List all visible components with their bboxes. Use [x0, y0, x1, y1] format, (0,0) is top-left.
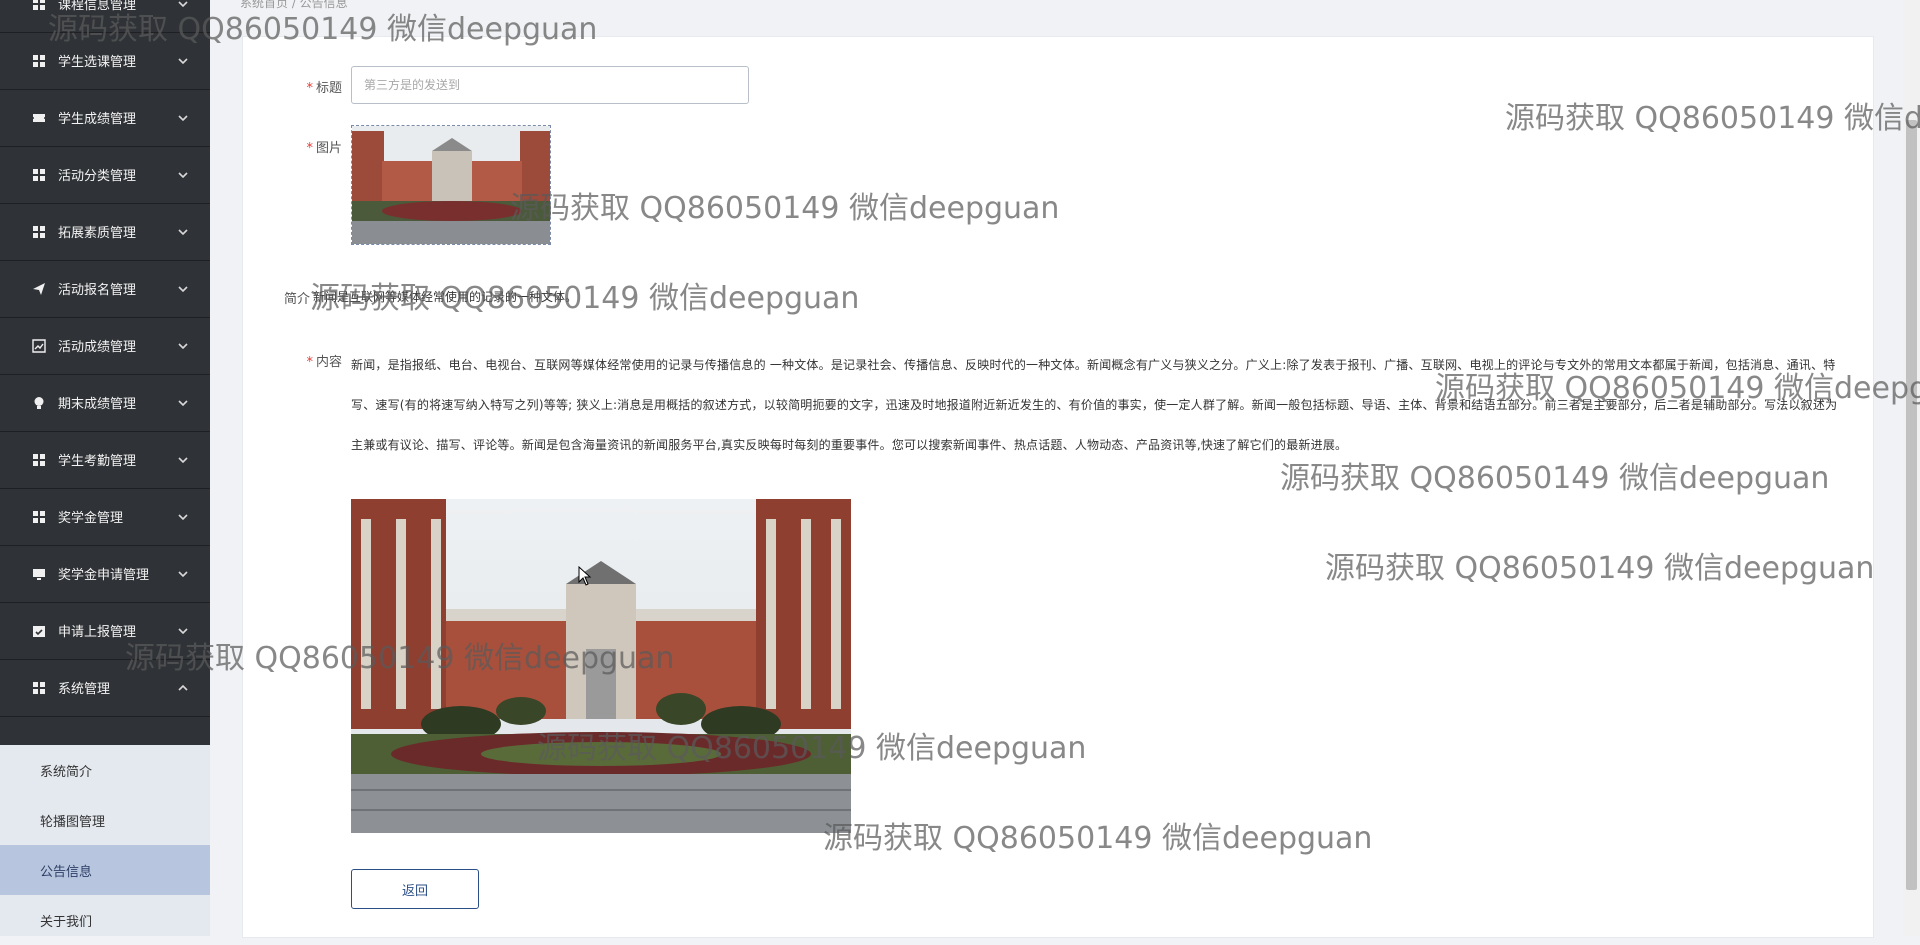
content-text: 新闻，是指报纸、电台、电视台、互联网等媒体经常使用的记录与传播信息的 一种文体。… [351, 358, 1838, 452]
title-label: * 标题 [306, 81, 342, 96]
sidebar-item[interactable]: 活动分类管理 [0, 146, 210, 204]
sidebar-item-label: 活动分类管理 [58, 169, 137, 184]
sidebar-item[interactable]: 学生考勤管理 [0, 431, 210, 489]
submenu-item-system-intro[interactable]: 系统简介 [0, 745, 210, 795]
image-label: * 图片 [306, 141, 342, 156]
sidebar: 课程信息管理 学生选课管理 学生成绩管理 活动分类管理 拓展素质管理 活动报名管理 活动成绩… [0, 0, 210, 936]
sidebar-item-label: 活动报名管理 [58, 283, 137, 298]
title-input[interactable] [351, 66, 749, 104]
sidebar-item-label: 奖学金申请管理 [58, 568, 150, 583]
intro-label: 简介 [283, 292, 310, 307]
ticket-icon [32, 111, 46, 125]
breadcrumb: 系统首页 / 公告信息 [240, 0, 348, 10]
intro-text: 新闻是互联网等媒体经常使用的记录的一种文体。 [313, 290, 578, 304]
back-button[interactable]: 返回 [351, 869, 479, 909]
scrollbar-thumb[interactable] [1906, 120, 1917, 890]
monitor-icon [32, 567, 46, 581]
system-submenu: 系统简介 轮播图管理 公告信息 关于我们 [0, 745, 210, 936]
sidebar-item-label: 学生选课管理 [58, 55, 137, 70]
campus-photo-thumb [352, 126, 550, 244]
grid-icon [32, 681, 46, 695]
image-thumbnail[interactable] [351, 125, 551, 245]
submenu-item-about-us[interactable]: 关于我们 [0, 895, 210, 945]
sidebar-item[interactable]: 活动报名管理 [0, 260, 210, 318]
chevron-down-icon [178, 569, 188, 579]
sidebar-item[interactable]: 期末成绩管理 [0, 374, 210, 432]
sidebar-item-label: 课程信息管理 [58, 0, 137, 13]
content-image [351, 499, 851, 833]
grid-icon [32, 54, 46, 68]
chevron-down-icon [178, 455, 188, 465]
bulb-icon [32, 396, 46, 410]
grid-icon [32, 453, 46, 467]
page-scrollbar[interactable] [1903, 0, 1920, 936]
sidebar-item-label: 期末成绩管理 [58, 397, 137, 412]
sidebar-item[interactable]: 活动成绩管理 [0, 317, 210, 375]
sidebar-item-label: 活动成绩管理 [58, 340, 137, 355]
submenu-item-carousel[interactable]: 轮播图管理 [0, 795, 210, 845]
sidebar-item-label: 学生成绩管理 [58, 112, 137, 127]
sidebar-item[interactable]: 系统管理 [0, 659, 210, 717]
sidebar-item-label: 学生考勤管理 [58, 454, 137, 469]
grid-icon [32, 0, 46, 11]
grid-icon [32, 510, 46, 524]
sidebar-item[interactable]: 奖学金管理 [0, 488, 210, 546]
sidebar-item-label: 系统管理 [58, 682, 111, 697]
sidebar-item[interactable]: 学生选课管理 [0, 32, 210, 90]
grid-icon [32, 225, 46, 239]
sidebar-item[interactable]: 拓展素质管理 [0, 203, 210, 261]
chevron-down-icon [178, 512, 188, 522]
sidebar-item-label: 奖学金管理 [58, 511, 124, 526]
chevron-down-icon [178, 398, 188, 408]
submenu-item-announcement[interactable]: 公告信息 [0, 845, 210, 895]
chevron-down-icon [178, 626, 188, 636]
chevron-down-icon [178, 170, 188, 180]
content-label: * 内容 [306, 355, 342, 370]
chevron-down-icon [178, 0, 188, 9]
sidebar-item[interactable]: 奖学金申请管理 [0, 545, 210, 603]
sidebar-item-label: 申请上报管理 [58, 625, 137, 640]
chevron-down-icon [178, 284, 188, 294]
send-icon [32, 282, 46, 296]
chevron-up-icon [178, 683, 188, 693]
chevron-down-icon [178, 56, 188, 66]
sidebar-item[interactable]: 申请上报管理 [0, 602, 210, 660]
sidebar-item[interactable]: 课程信息管理 [0, 0, 210, 33]
sidebar-item[interactable]: 学生成绩管理 [0, 89, 210, 147]
campus-photo [351, 499, 851, 833]
sidebar-item-label: 拓展素质管理 [58, 226, 137, 241]
chevron-down-icon [178, 341, 188, 351]
calendar-check-icon [32, 624, 46, 638]
chevron-down-icon [178, 227, 188, 237]
mouse-cursor-icon [578, 566, 592, 586]
chevron-down-icon [178, 113, 188, 123]
grid-icon [32, 168, 46, 182]
chart-icon [32, 338, 46, 353]
